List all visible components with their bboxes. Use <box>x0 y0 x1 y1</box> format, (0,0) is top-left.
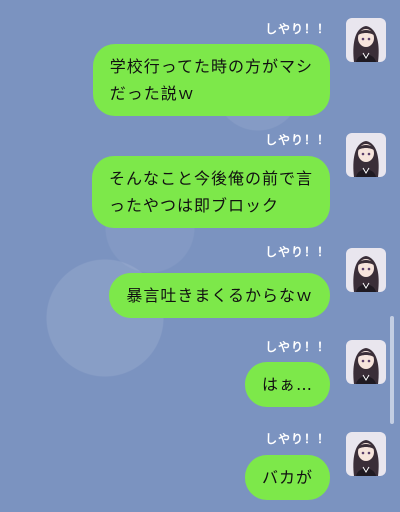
message-bubble[interactable]: はぁ… <box>244 362 330 407</box>
message-bubble[interactable]: 学校行ってた時の方がマシ だった説ｗ <box>92 44 330 116</box>
anime-girl-avatar-icon[interactable] <box>346 248 386 292</box>
anime-girl-avatar-icon[interactable] <box>346 18 386 62</box>
sender-name: しやり！！ <box>265 245 330 259</box>
sender-name: しやり！！ <box>265 133 330 147</box>
sender-name: しやり！！ <box>265 340 330 354</box>
anime-girl-avatar-icon[interactable] <box>346 133 386 177</box>
scrollbar[interactable] <box>390 316 394 424</box>
sender-name: しやり！！ <box>265 432 330 446</box>
message-bubble[interactable]: そんなこと今後俺の前で言 ったやつは即ブロック <box>91 156 330 228</box>
message-bubble[interactable]: 暴言吐きまくるからなｗ <box>109 273 330 318</box>
anime-girl-avatar-icon[interactable] <box>346 432 386 476</box>
message-bubble[interactable]: バカが <box>244 455 330 500</box>
sender-name: しやり！！ <box>265 22 330 36</box>
chat-background: しやり！！ 学校行ってた時の方がマシ だった説ｗ しやり！！ そんなこと今後俺の… <box>0 0 400 512</box>
anime-girl-avatar-icon[interactable] <box>346 340 386 384</box>
